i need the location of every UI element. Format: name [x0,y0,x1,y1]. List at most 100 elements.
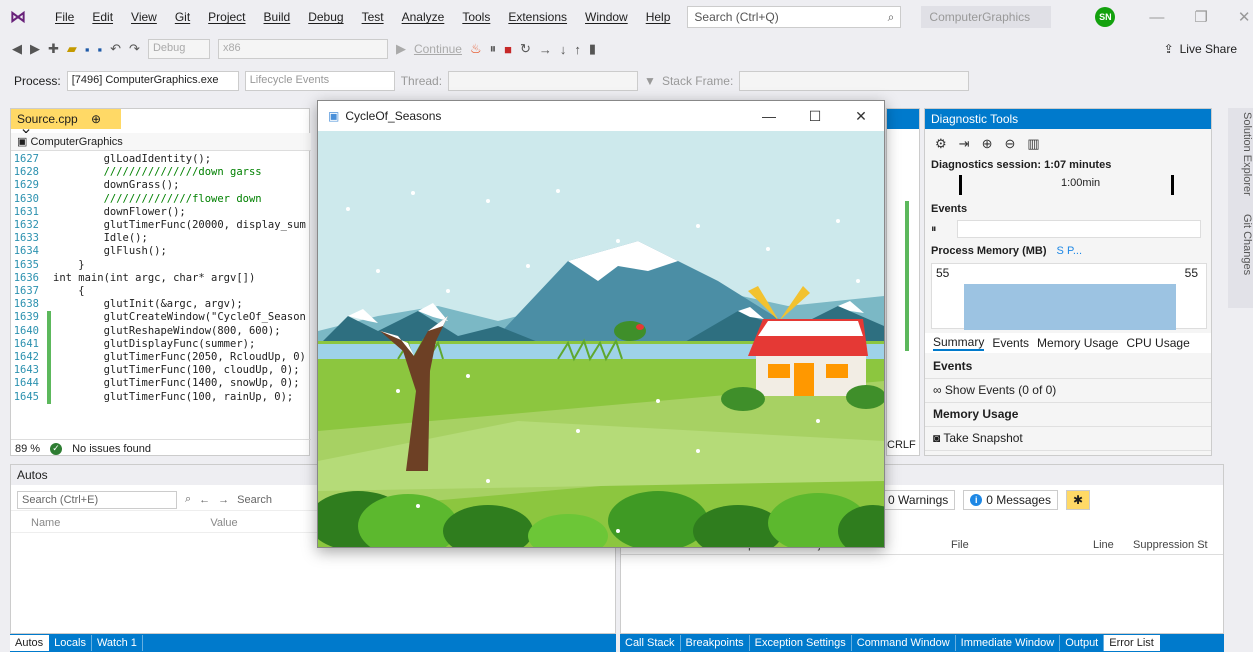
menu-window[interactable]: Window [576,10,637,24]
code-text[interactable]: { [53,285,84,298]
tab-cpu-usage[interactable]: CPU Usage [1126,336,1189,350]
show-events-link[interactable]: ∞ Show Events (0 of 0) [925,379,1211,403]
col-line[interactable]: Line [1093,539,1133,551]
code-line[interactable]: 1642 glutTimerFunc(2050, RcloudUp, 0) [11,351,311,365]
save-all-icon[interactable]: ▪ [98,42,103,57]
tab-summary[interactable]: Summary [933,335,985,351]
code-text[interactable]: glutDisplayFunc(summer); [53,338,256,351]
settings-icon[interactable]: ⚙ [935,136,947,152]
code-text[interactable]: glutCreateWindow("CycleOf_Season [53,311,306,324]
close-icon[interactable]: ✕ [1238,8,1251,26]
code-text[interactable]: downFlower(); [53,206,186,219]
menu-tools[interactable]: Tools [453,10,499,24]
menu-build[interactable]: Build [255,10,300,24]
pin-icon[interactable]: ⊕ [91,112,101,126]
search-icon[interactable]: ⌕ [185,493,191,506]
tab-breakpoints[interactable]: Breakpoints [681,635,750,651]
col-value[interactable]: Value [210,517,237,529]
code-text[interactable]: glutTimerFunc(1400, snowUp, 0); [53,377,300,390]
platform-combo[interactable]: x86 [217,39,388,59]
tab-source-cpp[interactable]: Source.cpp ⊕ ✕ [11,109,121,140]
code-text[interactable]: glutTimerFunc(2050, RcloudUp, 0) [53,351,306,364]
chart-icon[interactable]: ▥ [1027,136,1039,152]
tab-memory-usage[interactable]: Memory Usage [1037,336,1118,350]
code-line[interactable]: 1637 { [11,285,311,298]
code-line[interactable]: 1631 downFlower(); [11,206,311,219]
tab-error-list[interactable]: Error List [1104,635,1160,651]
code-line[interactable]: 1628 ///////////////down garss [11,166,311,179]
code-line[interactable]: 1629 downGrass(); [11,179,311,192]
code-text[interactable]: int main(int argc, char* argv[]) [53,272,255,285]
autos-search-input[interactable]: Search (Ctrl+E) [17,490,177,509]
scope-combo[interactable]: ▣ ComputerGraphics [11,133,311,151]
new-file-icon[interactable]: ✚ [48,41,59,57]
tab-immediate-window[interactable]: Immediate Window [956,635,1061,651]
tab-autos[interactable]: Autos [10,635,50,651]
messages-filter[interactable]: i0 Messages [963,490,1058,510]
code-text[interactable]: ///////////////down garss [53,166,262,179]
glut-scene-window[interactable]: ▣ CycleOf_Seasons — ☐ ✕ [317,100,885,548]
code-text[interactable]: //////////////flower down [53,193,262,206]
tab-exception-settings[interactable]: Exception Settings [750,635,852,651]
code-text[interactable]: glutReshapeWindow(800, 600); [53,325,281,338]
zoom-out-icon[interactable]: ⊖ [1004,136,1015,152]
code-text[interactable]: downGrass(); [53,179,180,192]
code-text[interactable]: } [53,259,84,272]
code-line[interactable]: 1640 glutReshapeWindow(800, 600); [11,324,311,338]
break-all-icon[interactable]: ⏸ [490,41,497,57]
warnings-filter[interactable]: 0 Warnings [881,490,956,510]
tab-events[interactable]: Events [992,336,1029,350]
tab-call-stack[interactable]: Call Stack [620,635,681,651]
process-combo[interactable]: [7496] ComputerGraphics.exe [66,71,239,91]
code-line[interactable]: 1634 glFlush(); [11,245,311,258]
back-icon[interactable]: ◀ [12,41,22,57]
avatar[interactable]: SN [1095,7,1116,27]
bookmark-icon[interactable]: ▮ [589,41,596,57]
tab-output[interactable]: Output [1060,635,1105,651]
menu-view[interactable]: View [122,10,166,24]
tab-watch1[interactable]: Watch 1 [92,635,143,651]
menu-git[interactable]: Git [166,10,199,24]
lifecycle-events-combo[interactable]: Lifecycle Events [244,71,395,91]
menu-extensions[interactable]: Extensions [499,10,576,24]
code-line[interactable]: 1645 glutTimerFunc(100, rainUp, 0); [11,390,311,404]
step-out-icon[interactable]: ↑ [574,42,581,57]
tab-command-window[interactable]: Command Window [852,635,956,651]
menu-test[interactable]: Test [353,10,393,24]
filter-icon[interactable]: ✱ [1065,490,1091,510]
code-text[interactable]: glutTimerFunc(100, rainUp, 0); [53,391,294,404]
code-line[interactable]: 1627 glLoadIdentity(); [11,153,311,166]
col-file[interactable]: File [951,539,1093,551]
tab-locals[interactable]: Locals [49,635,92,651]
select-tools-icon[interactable]: ⇥ [959,136,970,152]
scene-canvas[interactable] [318,131,884,547]
close-icon[interactable]: ✕ [838,108,884,125]
restore-icon[interactable]: ❐ [1194,8,1207,26]
code-line[interactable]: 1641 glutDisplayFunc(summer); [11,337,311,352]
code-line[interactable]: 1643 glutTimerFunc(100, cloudUp, 0); [11,364,311,378]
code-line[interactable]: 1636 int main(int argc, char* argv[]) [11,272,311,285]
zoom-combo[interactable]: 89 % [15,443,40,455]
maximize-icon[interactable]: ☐ [792,108,838,125]
code-line[interactable]: 1632 glutTimerFunc(20000, display_sum [11,219,311,232]
code-line[interactable]: 1630 //////////////flower down [11,193,311,206]
open-folder-icon[interactable]: ▰ [67,41,77,57]
stop-icon[interactable]: ■ [504,42,512,57]
zoom-in-icon[interactable]: ⊕ [982,136,993,152]
code-text[interactable]: glutTimerFunc(100, cloudUp, 0); [53,364,300,377]
menu-debug[interactable]: Debug [299,10,352,24]
menu-edit[interactable]: Edit [83,10,122,24]
forward-icon[interactable]: ▶ [30,41,40,57]
continue-icon[interactable]: ▶ [396,41,406,57]
filter-icon[interactable]: ▼ [644,74,656,88]
side-tab-solution-explorer[interactable]: Solution Explorer [1228,112,1253,196]
code-line[interactable]: 1639 glutCreateWindow("CycleOf_Season [11,311,311,325]
save-icon[interactable]: ▪ [85,42,90,57]
forward-arrow-icon[interactable]: → [218,494,229,506]
line-ending-label[interactable]: CRLF [887,439,916,451]
take-snapshot-button[interactable]: ◙ Take Snapshot [925,427,1211,451]
menu-analyze[interactable]: Analyze [393,10,454,24]
stack-frame-combo[interactable] [739,71,970,91]
code-line[interactable]: 1638 glutInit(&argc, argv); [11,298,311,311]
menu-project[interactable]: Project [199,10,254,24]
